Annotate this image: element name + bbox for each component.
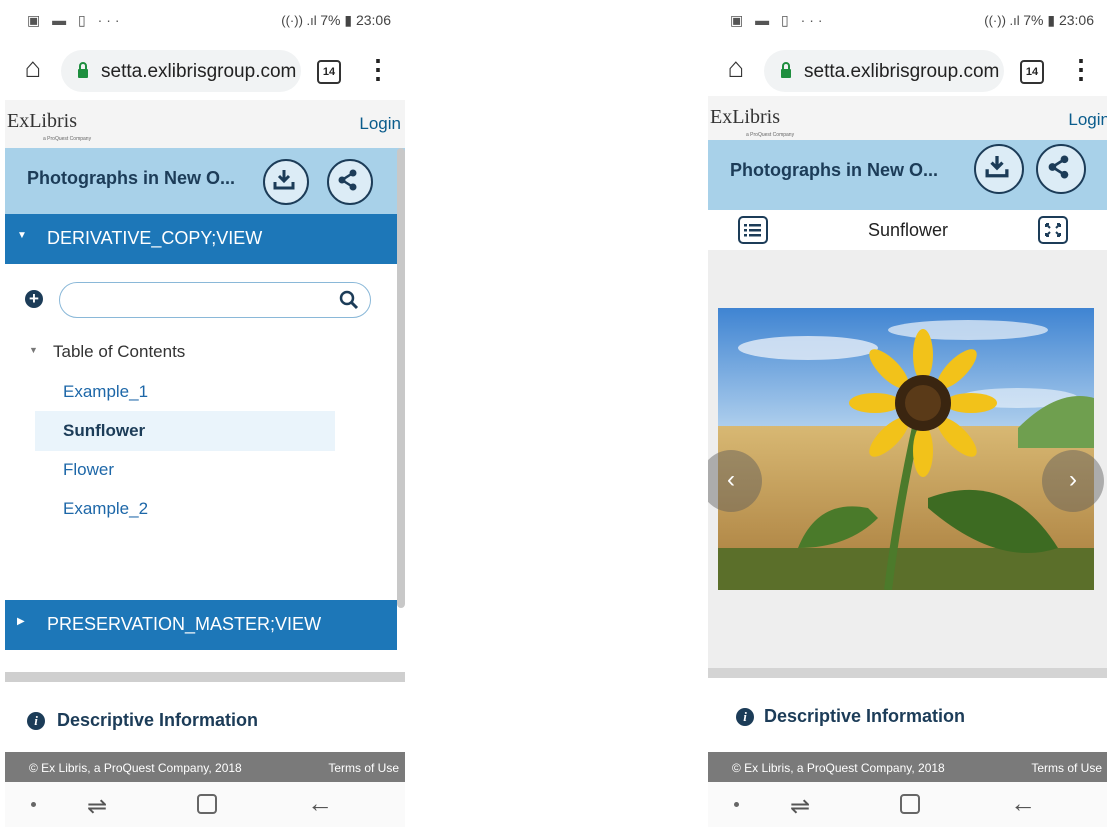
nav-home-icon[interactable] <box>900 794 920 814</box>
address-bar[interactable]: setta.exlibrisgroup.com <box>61 50 301 92</box>
more-vert-icon[interactable]: ⋮ <box>365 54 391 84</box>
wifi-icon: ((·)) .ıl <box>281 13 321 28</box>
recent-apps-icon[interactable]: ⇌ <box>790 792 810 821</box>
descriptive-info-label: Descriptive Information <box>57 710 259 730</box>
chevron-right-icon: › <box>1069 466 1077 493</box>
share-button[interactable] <box>327 159 373 205</box>
wifi-icon: ((·)) .ıl <box>984 13 1024 28</box>
logo-subtitle: a ProQuest Company <box>746 132 795 138</box>
record-title: Photographs in New O... <box>27 168 236 188</box>
section-derivative-copy[interactable]: ▼ DERIVATIVE_COPY;VIEW <box>5 214 397 264</box>
search-icon[interactable] <box>339 290 359 310</box>
terms-link[interactable]: Terms of Use <box>1031 761 1102 775</box>
toc-collapse-icon[interactable]: ▼ <box>29 345 38 355</box>
toc-search-input[interactable] <box>59 282 371 318</box>
fullscreen-button[interactable] <box>1038 216 1068 244</box>
share-icon <box>1048 155 1069 179</box>
status-bar: ▣ ▬ ▯ ··· ((·)) .ıl 7% ▮ 23:06 <box>5 0 405 44</box>
phone-screen-viewer: ▣ ▬ ▯ ··· ((·)) .ıl 7% ▮ 23:06 ⌂ setta.e… <box>708 0 1107 827</box>
more-vert-icon[interactable]: ⋮ <box>1068 54 1094 84</box>
address-bar[interactable]: setta.exlibrisgroup.com <box>764 50 1004 92</box>
download-button[interactable] <box>974 144 1024 194</box>
section-preservation-master[interactable]: ▶ PRESERVATION_MASTER;VIEW <box>5 600 397 650</box>
page-scrollbar[interactable] <box>397 148 405 608</box>
chevron-left-icon: ‹ <box>727 466 735 493</box>
download-icon <box>985 156 1009 178</box>
status-icons: ▣ ▬ ▯ ··· <box>730 12 827 28</box>
info-icon: i <box>27 712 45 730</box>
url-text: setta.exlibrisgroup.com <box>101 61 297 82</box>
descriptive-info-header[interactable]: i Descriptive Information <box>5 694 405 750</box>
browser-toolbar: ⌂ setta.exlibrisgroup.com 14 ⋮ <box>708 44 1107 100</box>
url-text: setta.exlibrisgroup.com <box>804 61 1000 82</box>
share-button[interactable] <box>1036 144 1086 194</box>
back-icon[interactable]: ← <box>1010 788 1036 819</box>
status-info: ((·)) .ıl 7% ▮ 23:06 <box>984 12 1094 28</box>
android-nav-bar: ⇌ ← <box>5 782 405 827</box>
back-icon[interactable]: ← <box>307 788 333 819</box>
terms-link[interactable]: Terms of Use <box>328 761 399 775</box>
record-title-bar: Photographs in New O... <box>5 148 405 214</box>
toc-item[interactable]: Flower <box>35 450 335 490</box>
lock-icon <box>78 62 88 78</box>
lock-icon <box>781 62 791 78</box>
record-title: Photographs in New O... <box>730 160 939 180</box>
exlibris-logo[interactable]: ExLibris <box>710 106 780 129</box>
status-bar: ▣ ▬ ▯ ··· ((·)) .ıl 7% ▮ 23:06 <box>708 0 1107 44</box>
descriptive-info-header[interactable]: i Descriptive Information <box>708 690 1107 746</box>
image-viewer: ‹ › <box>708 250 1107 668</box>
record-title-bar: Photographs in New O... <box>708 140 1107 210</box>
browser-toolbar: ⌂ setta.exlibrisgroup.com 14 ⋮ <box>5 44 405 100</box>
login-link[interactable]: Login <box>359 114 401 134</box>
plus-icon[interactable]: + <box>25 290 43 308</box>
site-header: ExLibris a ProQuest Company Login <box>5 100 405 149</box>
section-divider <box>708 668 1107 678</box>
tabs-icon[interactable]: 14 <box>1020 60 1044 84</box>
download-icon <box>273 170 295 190</box>
home-icon[interactable]: ⌂ <box>722 54 750 84</box>
sunflower-photo[interactable] <box>718 308 1094 590</box>
phone-screen-toc: ▣ ▬ ▯ ··· ((·)) .ıl 7% ▮ 23:06 ⌂ setta.e… <box>5 0 405 827</box>
site-footer: © Ex Libris, a ProQuest Company, 2018 Te… <box>5 752 405 782</box>
fullscreen-icon <box>1045 223 1061 237</box>
share-icon <box>338 169 357 191</box>
section-divider <box>5 672 405 682</box>
toc-item[interactable]: Example_1 <box>35 372 335 412</box>
descriptive-info-label: Descriptive Information <box>764 706 966 726</box>
logo-subtitle: a ProQuest Company <box>43 136 92 142</box>
home-icon[interactable]: ⌂ <box>19 54 47 84</box>
nav-dot-icon[interactable] <box>31 802 36 807</box>
info-icon: i <box>736 708 754 726</box>
android-nav-bar: ⇌ ← <box>708 782 1107 827</box>
nav-home-icon[interactable] <box>197 794 217 814</box>
download-button[interactable] <box>263 159 309 205</box>
copyright-text: © Ex Libris, a ProQuest Company, 2018 <box>732 761 945 775</box>
exlibris-logo[interactable]: ExLibris <box>7 110 77 133</box>
site-footer: © Ex Libris, a ProQuest Company, 2018 Te… <box>708 752 1107 782</box>
toc-item-selected[interactable]: Sunflower <box>35 411 335 451</box>
status-icons: ▣ ▬ ▯ ··· <box>27 12 124 28</box>
status-info: ((·)) .ıl 7% ▮ 23:06 <box>281 12 391 28</box>
expanded-arrow-icon: ▼ <box>17 230 27 241</box>
nav-dot-icon[interactable] <box>734 802 739 807</box>
recent-apps-icon[interactable]: ⇌ <box>87 792 107 821</box>
site-header: ExLibris a ProQuest Company Login <box>708 96 1107 145</box>
login-link[interactable]: Login <box>1068 110 1107 130</box>
viewer-toolbar: Sunflower <box>708 212 1107 250</box>
collapsed-arrow-icon: ▶ <box>17 616 25 627</box>
next-button[interactable]: › <box>1042 450 1104 512</box>
tabs-icon[interactable]: 14 <box>317 60 341 84</box>
copyright-text: © Ex Libris, a ProQuest Company, 2018 <box>29 761 242 775</box>
toc-title: Table of Contents <box>53 342 186 361</box>
toc-item[interactable]: Example_2 <box>35 489 335 529</box>
